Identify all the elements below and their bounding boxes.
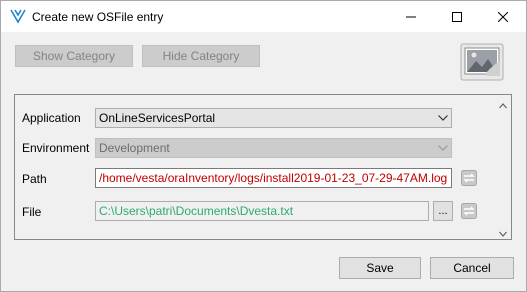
file-sync-button[interactable]	[461, 203, 477, 219]
scroll-up-icon[interactable]	[499, 99, 507, 109]
title-bar[interactable]: Create new OSFile entry	[1, 1, 526, 32]
window-title: Create new OSFile entry	[32, 10, 164, 24]
dialog-window: Create new OSFile entry Show Category Hi…	[0, 0, 527, 292]
application-value: OnLineServicesPortal	[99, 111, 216, 125]
chevron-down-icon	[435, 109, 451, 127]
vesta-logo-icon	[10, 8, 26, 24]
minimize-button[interactable]	[388, 1, 434, 32]
entry-form-panel: Application OnLineServicesPortal Environ…	[14, 94, 512, 240]
picture-button[interactable]	[460, 43, 504, 81]
close-button[interactable]	[480, 1, 526, 32]
chevron-down-icon	[435, 139, 451, 157]
path-label: Path	[22, 172, 47, 186]
vertical-scrollbar[interactable]	[495, 95, 511, 239]
picture-icon	[460, 43, 504, 84]
close-icon	[498, 11, 508, 22]
cancel-button[interactable]: Cancel	[430, 257, 514, 279]
save-button[interactable]: Save	[339, 257, 421, 279]
browse-file-button[interactable]: ...	[433, 201, 453, 221]
file-value: C:\Users\patri\Documents\Dvesta.txt	[99, 204, 294, 218]
environment-select[interactable]: Development	[95, 138, 452, 158]
sync-arrows-icon	[461, 170, 477, 189]
show-category-button[interactable]: Show Category	[15, 45, 133, 67]
file-label: File	[22, 205, 42, 219]
application-select[interactable]: OnLineServicesPortal	[95, 108, 452, 128]
path-value: /home/vesta/oraInventory/logs/install201…	[99, 171, 448, 185]
maximize-button[interactable]	[434, 1, 480, 32]
maximize-icon	[452, 11, 462, 22]
application-label: Application	[22, 111, 81, 125]
hide-category-button[interactable]: Hide Category	[142, 45, 260, 67]
path-sync-button[interactable]	[461, 170, 477, 186]
environment-value: Development	[99, 141, 170, 155]
sync-arrows-icon	[461, 203, 477, 222]
path-input[interactable]: /home/vesta/oraInventory/logs/install201…	[95, 168, 452, 188]
environment-label: Environment	[22, 141, 90, 155]
file-input[interactable]: C:\Users\patri\Documents\Dvesta.txt	[95, 201, 429, 221]
scroll-down-icon[interactable]	[499, 227, 507, 237]
minimize-icon	[406, 12, 416, 22]
